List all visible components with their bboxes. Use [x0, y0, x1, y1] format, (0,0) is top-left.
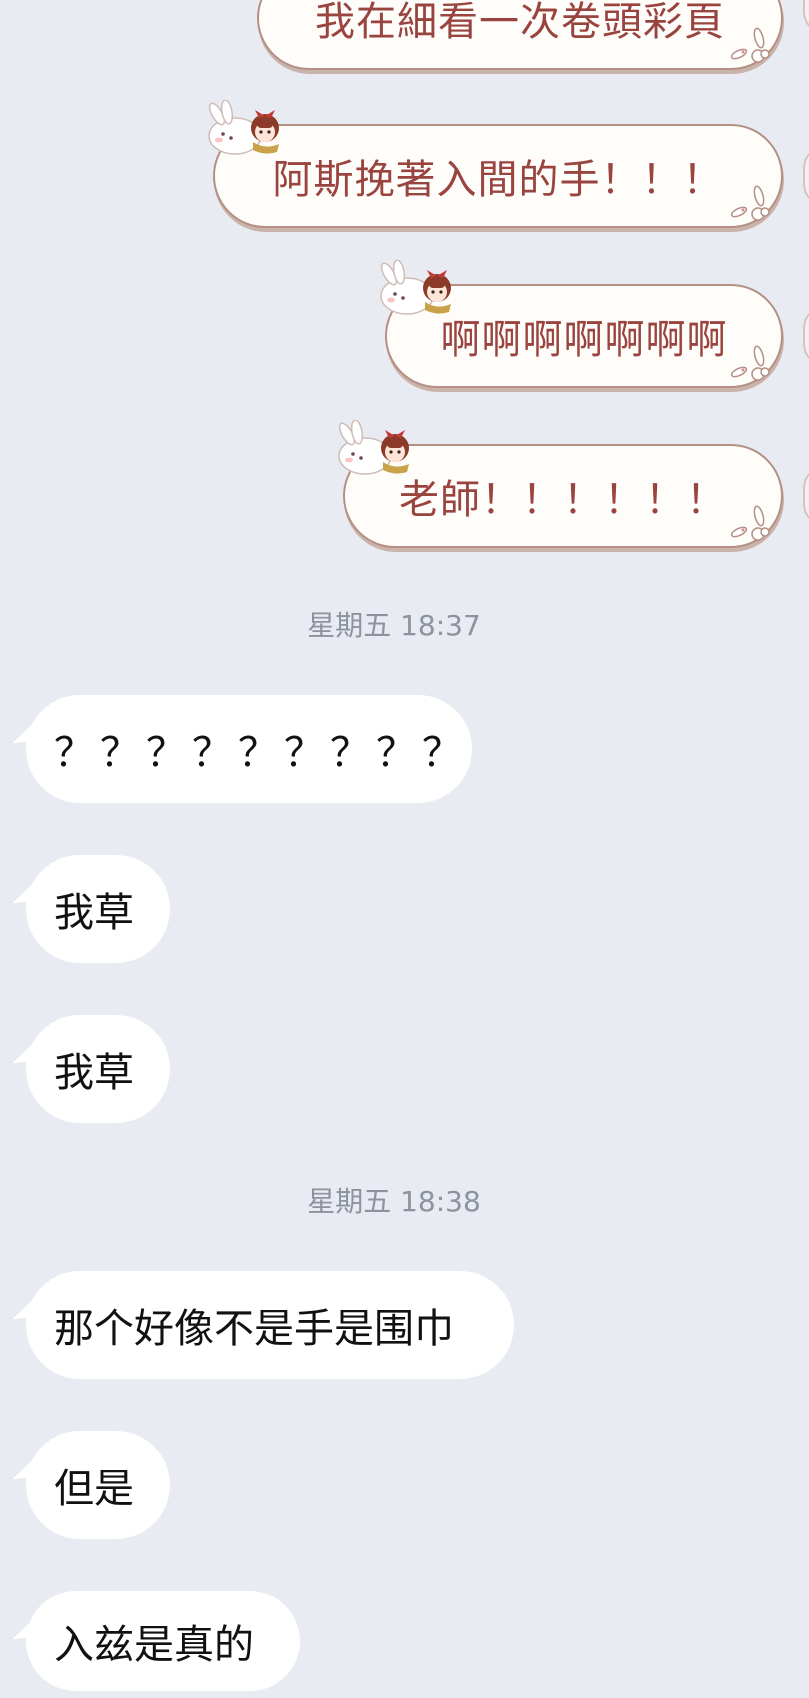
message-text: 我草: [54, 890, 134, 936]
incoming-message-bubble[interactable]: 但是: [7, 1431, 170, 1539]
message-text: 阿斯挽著入間的手！！！: [272, 157, 724, 203]
incoming-message-bubble[interactable]: 我草: [7, 1015, 170, 1123]
incoming-message-bubble[interactable]: 我草: [7, 855, 170, 963]
bunny-sticker-icon: [729, 344, 770, 381]
avatar-icon[interactable]: [803, 146, 809, 206]
message-text: 那个好像不是手是围巾: [54, 1306, 454, 1352]
outgoing-message-bubble[interactable]: 阿斯挽著入間的手！！！: [205, 100, 783, 228]
bunny-girl-sticker-icon: [377, 260, 452, 315]
bubble-tail: [7, 720, 43, 750]
incoming-message-bubble[interactable]: 入兹是真的: [7, 1591, 300, 1691]
bubble-tail: [7, 1616, 43, 1646]
bubble-tail: [7, 1456, 43, 1486]
incoming-message-bubble[interactable]: ？？？？？？？？？: [7, 695, 472, 803]
chat-area: 我在細看一次卷頭彩頁 阿斯挽著入間的手！！！ 啊啊啊啊啊啊啊 老師！！！！！！ …: [0, 0, 809, 1698]
outgoing-message-bubble[interactable]: 我在細看一次卷頭彩頁: [257, 0, 783, 70]
bubble-tail: [7, 1040, 43, 1070]
bunny-girl-sticker-icon: [335, 420, 410, 475]
bunny-girl-sticker-icon: [205, 100, 280, 155]
bubble-tail: [7, 880, 43, 910]
bubble-tail: [7, 1296, 43, 1326]
timestamp: 星期五 18:38: [307, 1185, 481, 1218]
bunny-sticker-icon: [729, 504, 770, 541]
message-text: 但是: [54, 1466, 134, 1512]
message-text: ？？？？？？？？？: [54, 730, 468, 776]
bunny-sticker-icon: [729, 184, 770, 221]
bunny-sticker-icon: [729, 26, 770, 63]
message-text: 我在細看一次卷頭彩頁: [315, 0, 725, 45]
avatar-icon[interactable]: [803, 0, 809, 34]
message-text: 入兹是真的: [54, 1622, 254, 1668]
timestamp: 星期五 18:37: [307, 609, 481, 642]
avatar-icon[interactable]: [803, 466, 809, 526]
outgoing-message-bubble[interactable]: 老師！！！！！！: [335, 420, 783, 548]
incoming-message-bubble[interactable]: 那个好像不是手是围巾: [7, 1271, 514, 1379]
avatar-icon[interactable]: [803, 306, 809, 366]
outgoing-message-bubble[interactable]: 啊啊啊啊啊啊啊: [377, 260, 783, 388]
message-text: 我草: [54, 1050, 134, 1096]
